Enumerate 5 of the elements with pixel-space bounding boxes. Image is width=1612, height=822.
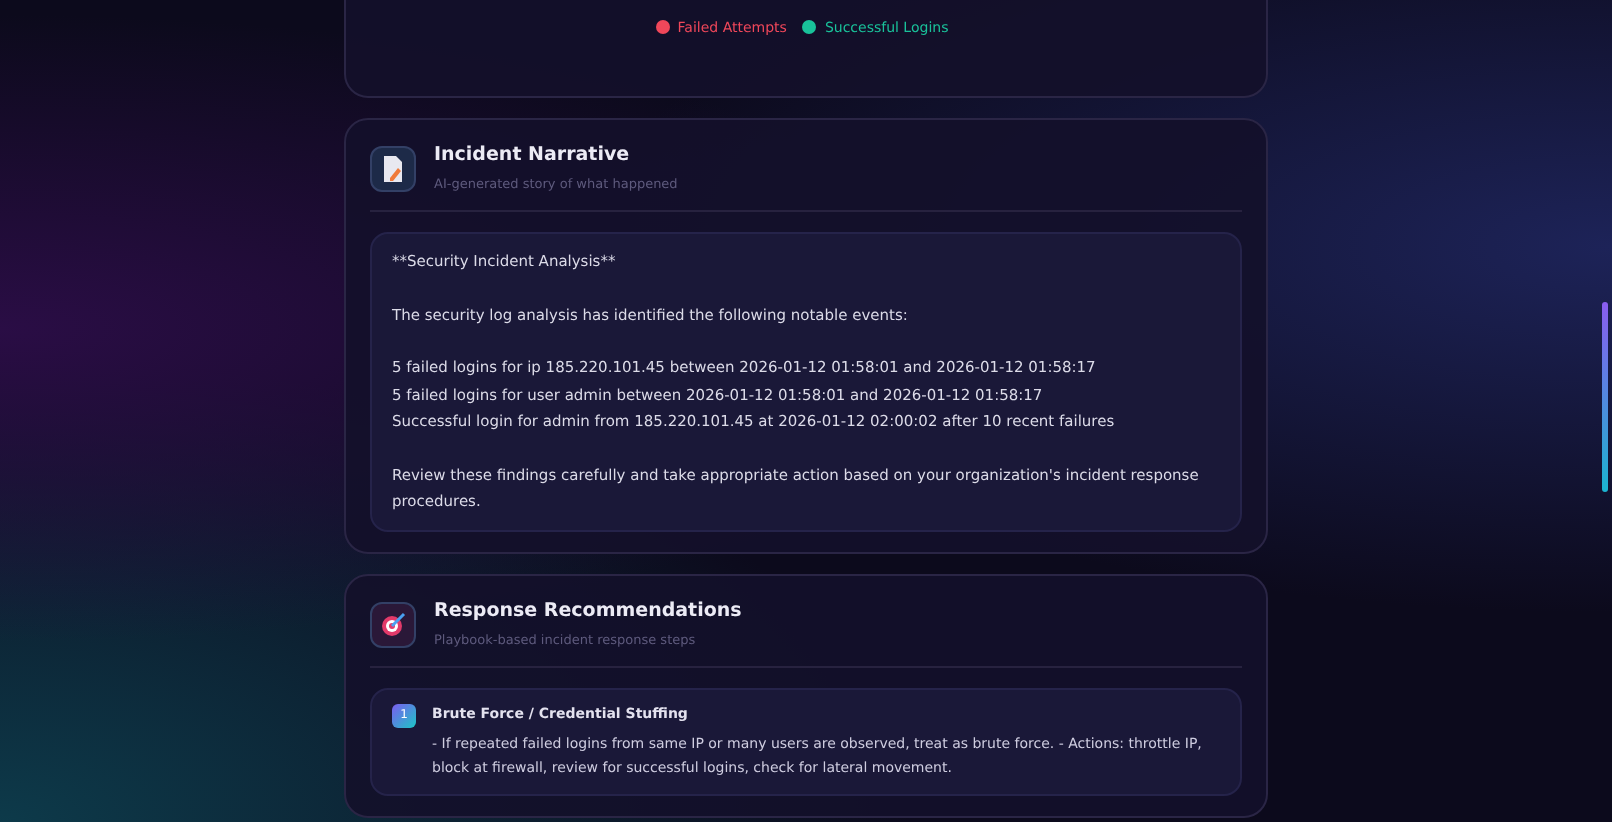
- target-icon: [370, 601, 416, 647]
- document-icon: [370, 146, 416, 192]
- section-title: Incident Narrative: [434, 142, 632, 170]
- section-title: Response Recommendations: [434, 597, 742, 625]
- scrollbar-thumb[interactable]: [1602, 302, 1608, 492]
